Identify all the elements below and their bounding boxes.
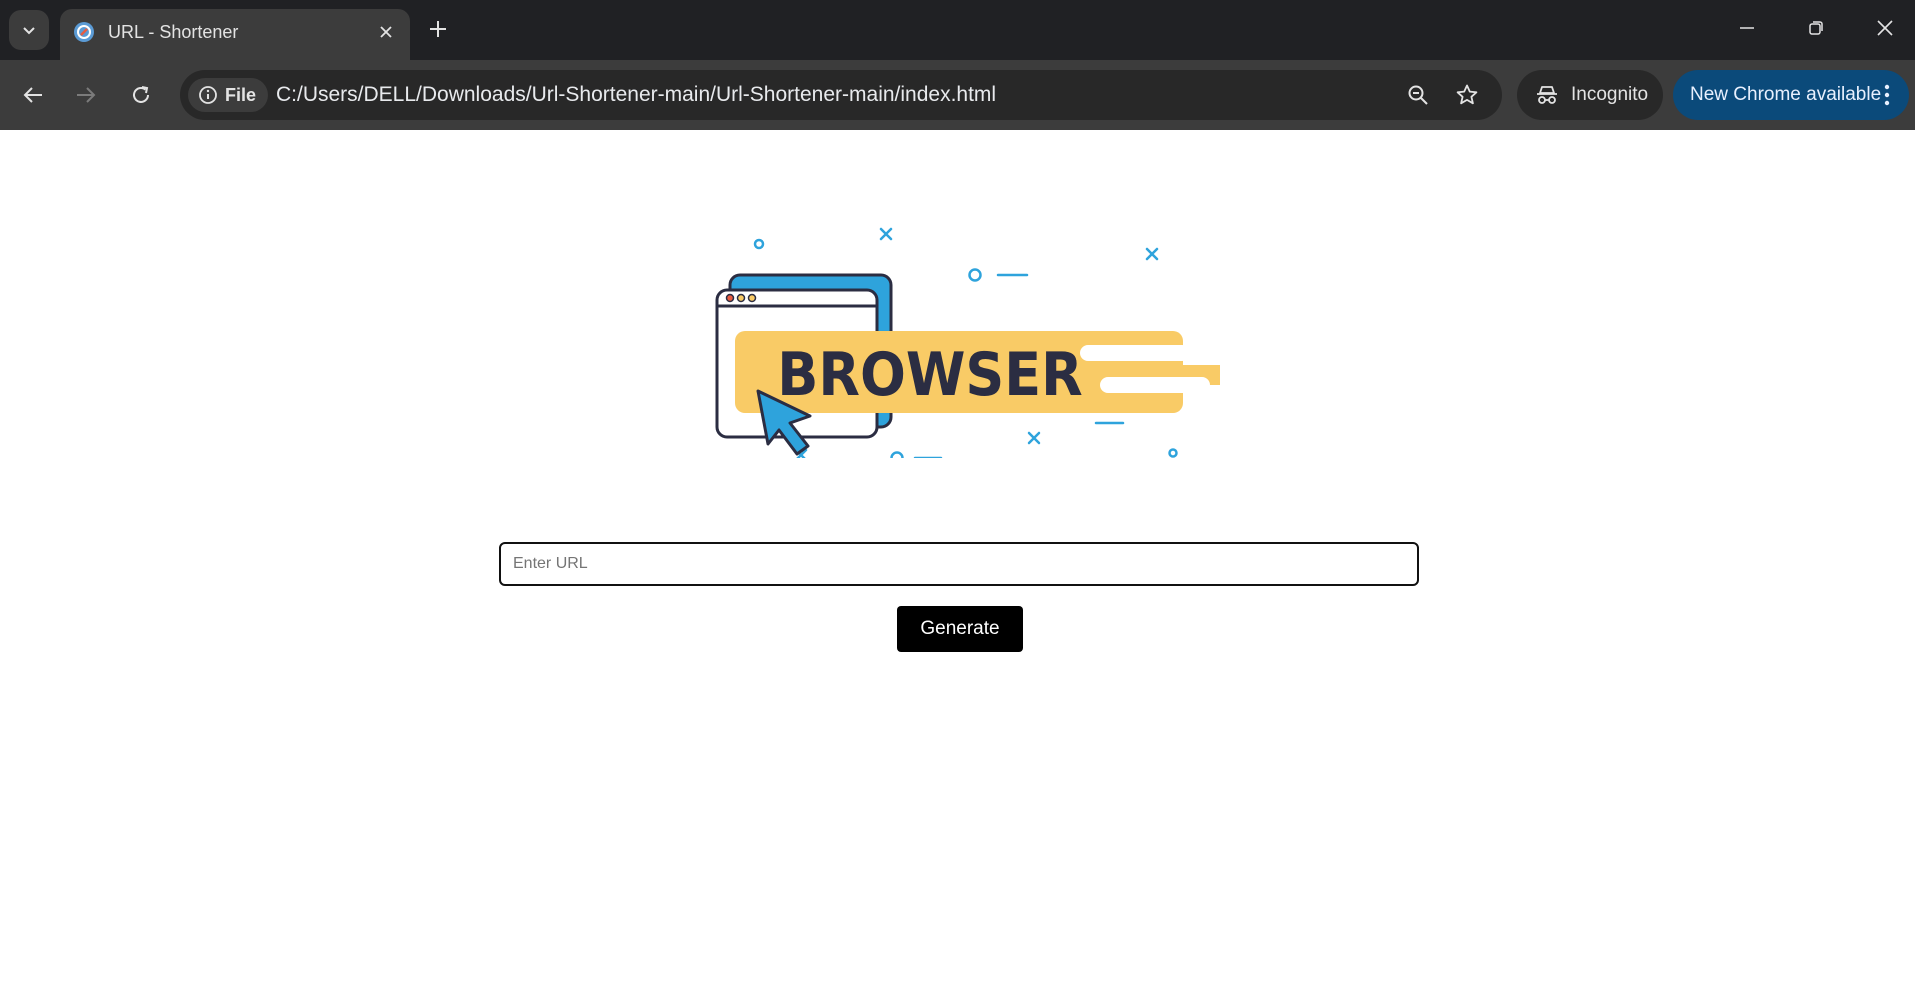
link-shortener-favicon bbox=[74, 22, 94, 42]
restore-button[interactable] bbox=[1794, 8, 1838, 48]
plus-icon bbox=[430, 21, 446, 37]
bookmark-button[interactable] bbox=[1452, 80, 1482, 110]
close-icon bbox=[1877, 20, 1893, 36]
minimize-icon bbox=[1740, 27, 1754, 29]
close-icon bbox=[380, 26, 392, 38]
incognito-icon bbox=[1537, 86, 1557, 104]
forward-button[interactable] bbox=[66, 75, 106, 115]
active-tab[interactable]: URL - Shortener bbox=[60, 9, 410, 60]
site-chip-label: File bbox=[225, 84, 257, 105]
minimize-button[interactable] bbox=[1725, 8, 1769, 48]
browser-toolbar: File C:/Users/DELL/Downloads/Url-Shorten… bbox=[0, 60, 1915, 130]
tab-title: URL - Shortener bbox=[108, 22, 239, 42]
url-input[interactable] bbox=[499, 542, 1419, 586]
page-content: BROWSER Generate bbox=[0, 130, 1915, 1002]
incognito-label: Incognito bbox=[1571, 84, 1649, 105]
incognito-indicator[interactable]: Incognito bbox=[1517, 70, 1663, 120]
arrow-left-icon bbox=[23, 87, 42, 103]
arrow-right-icon bbox=[77, 87, 96, 103]
browser-illustration: BROWSER bbox=[715, 227, 1220, 458]
chevron-down-icon bbox=[23, 27, 35, 35]
restore-icon bbox=[1809, 21, 1823, 35]
tab-strip: URL - Shortener bbox=[0, 0, 1915, 60]
back-button[interactable] bbox=[13, 75, 53, 115]
close-window-button[interactable] bbox=[1863, 8, 1907, 48]
address-bar-url[interactable]: C:/Users/DELL/Downloads/Url-Shortener-ma… bbox=[276, 83, 996, 107]
chrome-update-button[interactable]: New Chrome available bbox=[1673, 70, 1909, 120]
info-icon bbox=[199, 86, 217, 104]
new-tab-button[interactable] bbox=[420, 11, 456, 47]
banner-text: BROWSER bbox=[777, 340, 1082, 410]
generate-button[interactable]: Generate bbox=[897, 606, 1023, 652]
zoom-button[interactable] bbox=[1403, 80, 1433, 110]
site-info-chip[interactable]: File bbox=[188, 78, 269, 112]
star-icon bbox=[1456, 84, 1478, 105]
kebab-icon bbox=[1884, 84, 1890, 106]
update-label: New Chrome available bbox=[1690, 84, 1882, 105]
tab-search-button[interactable] bbox=[9, 10, 49, 50]
omnibox[interactable]: File C:/Users/DELL/Downloads/Url-Shorten… bbox=[180, 70, 1502, 120]
zoom-out-icon bbox=[1408, 85, 1428, 105]
menu-button[interactable] bbox=[1875, 83, 1899, 107]
reload-icon bbox=[133, 86, 149, 103]
tab-close-button[interactable] bbox=[374, 20, 398, 44]
reload-button[interactable] bbox=[121, 75, 161, 115]
